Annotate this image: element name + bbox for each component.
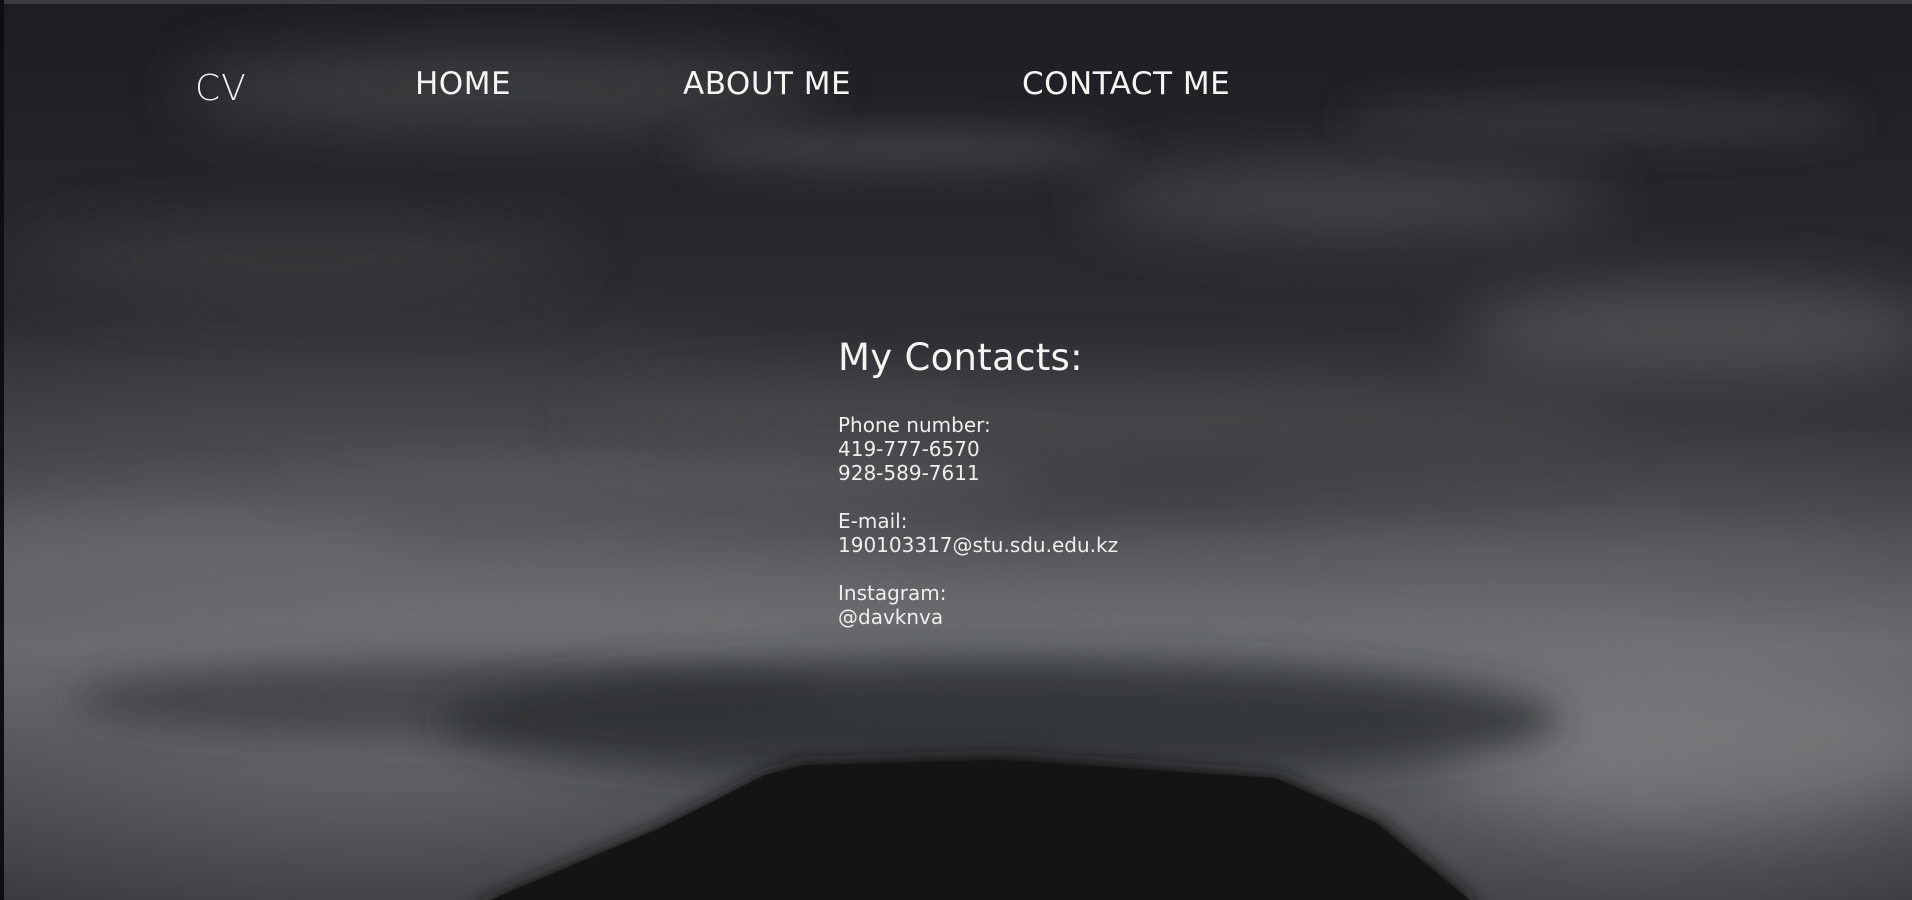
instagram-handle[interactable]: @davknva [838, 605, 1118, 629]
top-edge [0, 0, 1912, 4]
email-label: E-mail: [838, 509, 908, 533]
instagram-group: Instagram: @davknva [838, 581, 1118, 629]
nav-link-contact-me[interactable]: CONTACT ME [1022, 66, 1230, 102]
nav-link-about-me[interactable]: ABOUT ME [683, 66, 851, 102]
email-address[interactable]: 190103317@stu.sdu.edu.kz [838, 533, 1118, 557]
top-navigation: CV HOME ABOUT ME CONTACT ME [0, 0, 1912, 180]
contacts-section: My Contacts: Phone number: 419-777-6570 … [838, 336, 1118, 653]
left-edge [0, 0, 4, 900]
phone-label: Phone number: [838, 413, 991, 437]
page: CV HOME ABOUT ME CONTACT ME My Contacts:… [0, 0, 1912, 900]
email-group: E-mail: 190103317@stu.sdu.edu.kz [838, 509, 1118, 557]
contacts-title: My Contacts: [838, 336, 1083, 379]
phone-number-2[interactable]: 928-589-7611 [838, 461, 1118, 485]
phone-number-1[interactable]: 419-777-6570 [838, 437, 1118, 461]
instagram-label: Instagram: [838, 581, 947, 605]
nav-link-home[interactable]: HOME [415, 66, 511, 102]
phone-group: Phone number: 419-777-6570 928-589-7611 [838, 413, 1118, 485]
logo[interactable]: CV [195, 68, 247, 109]
